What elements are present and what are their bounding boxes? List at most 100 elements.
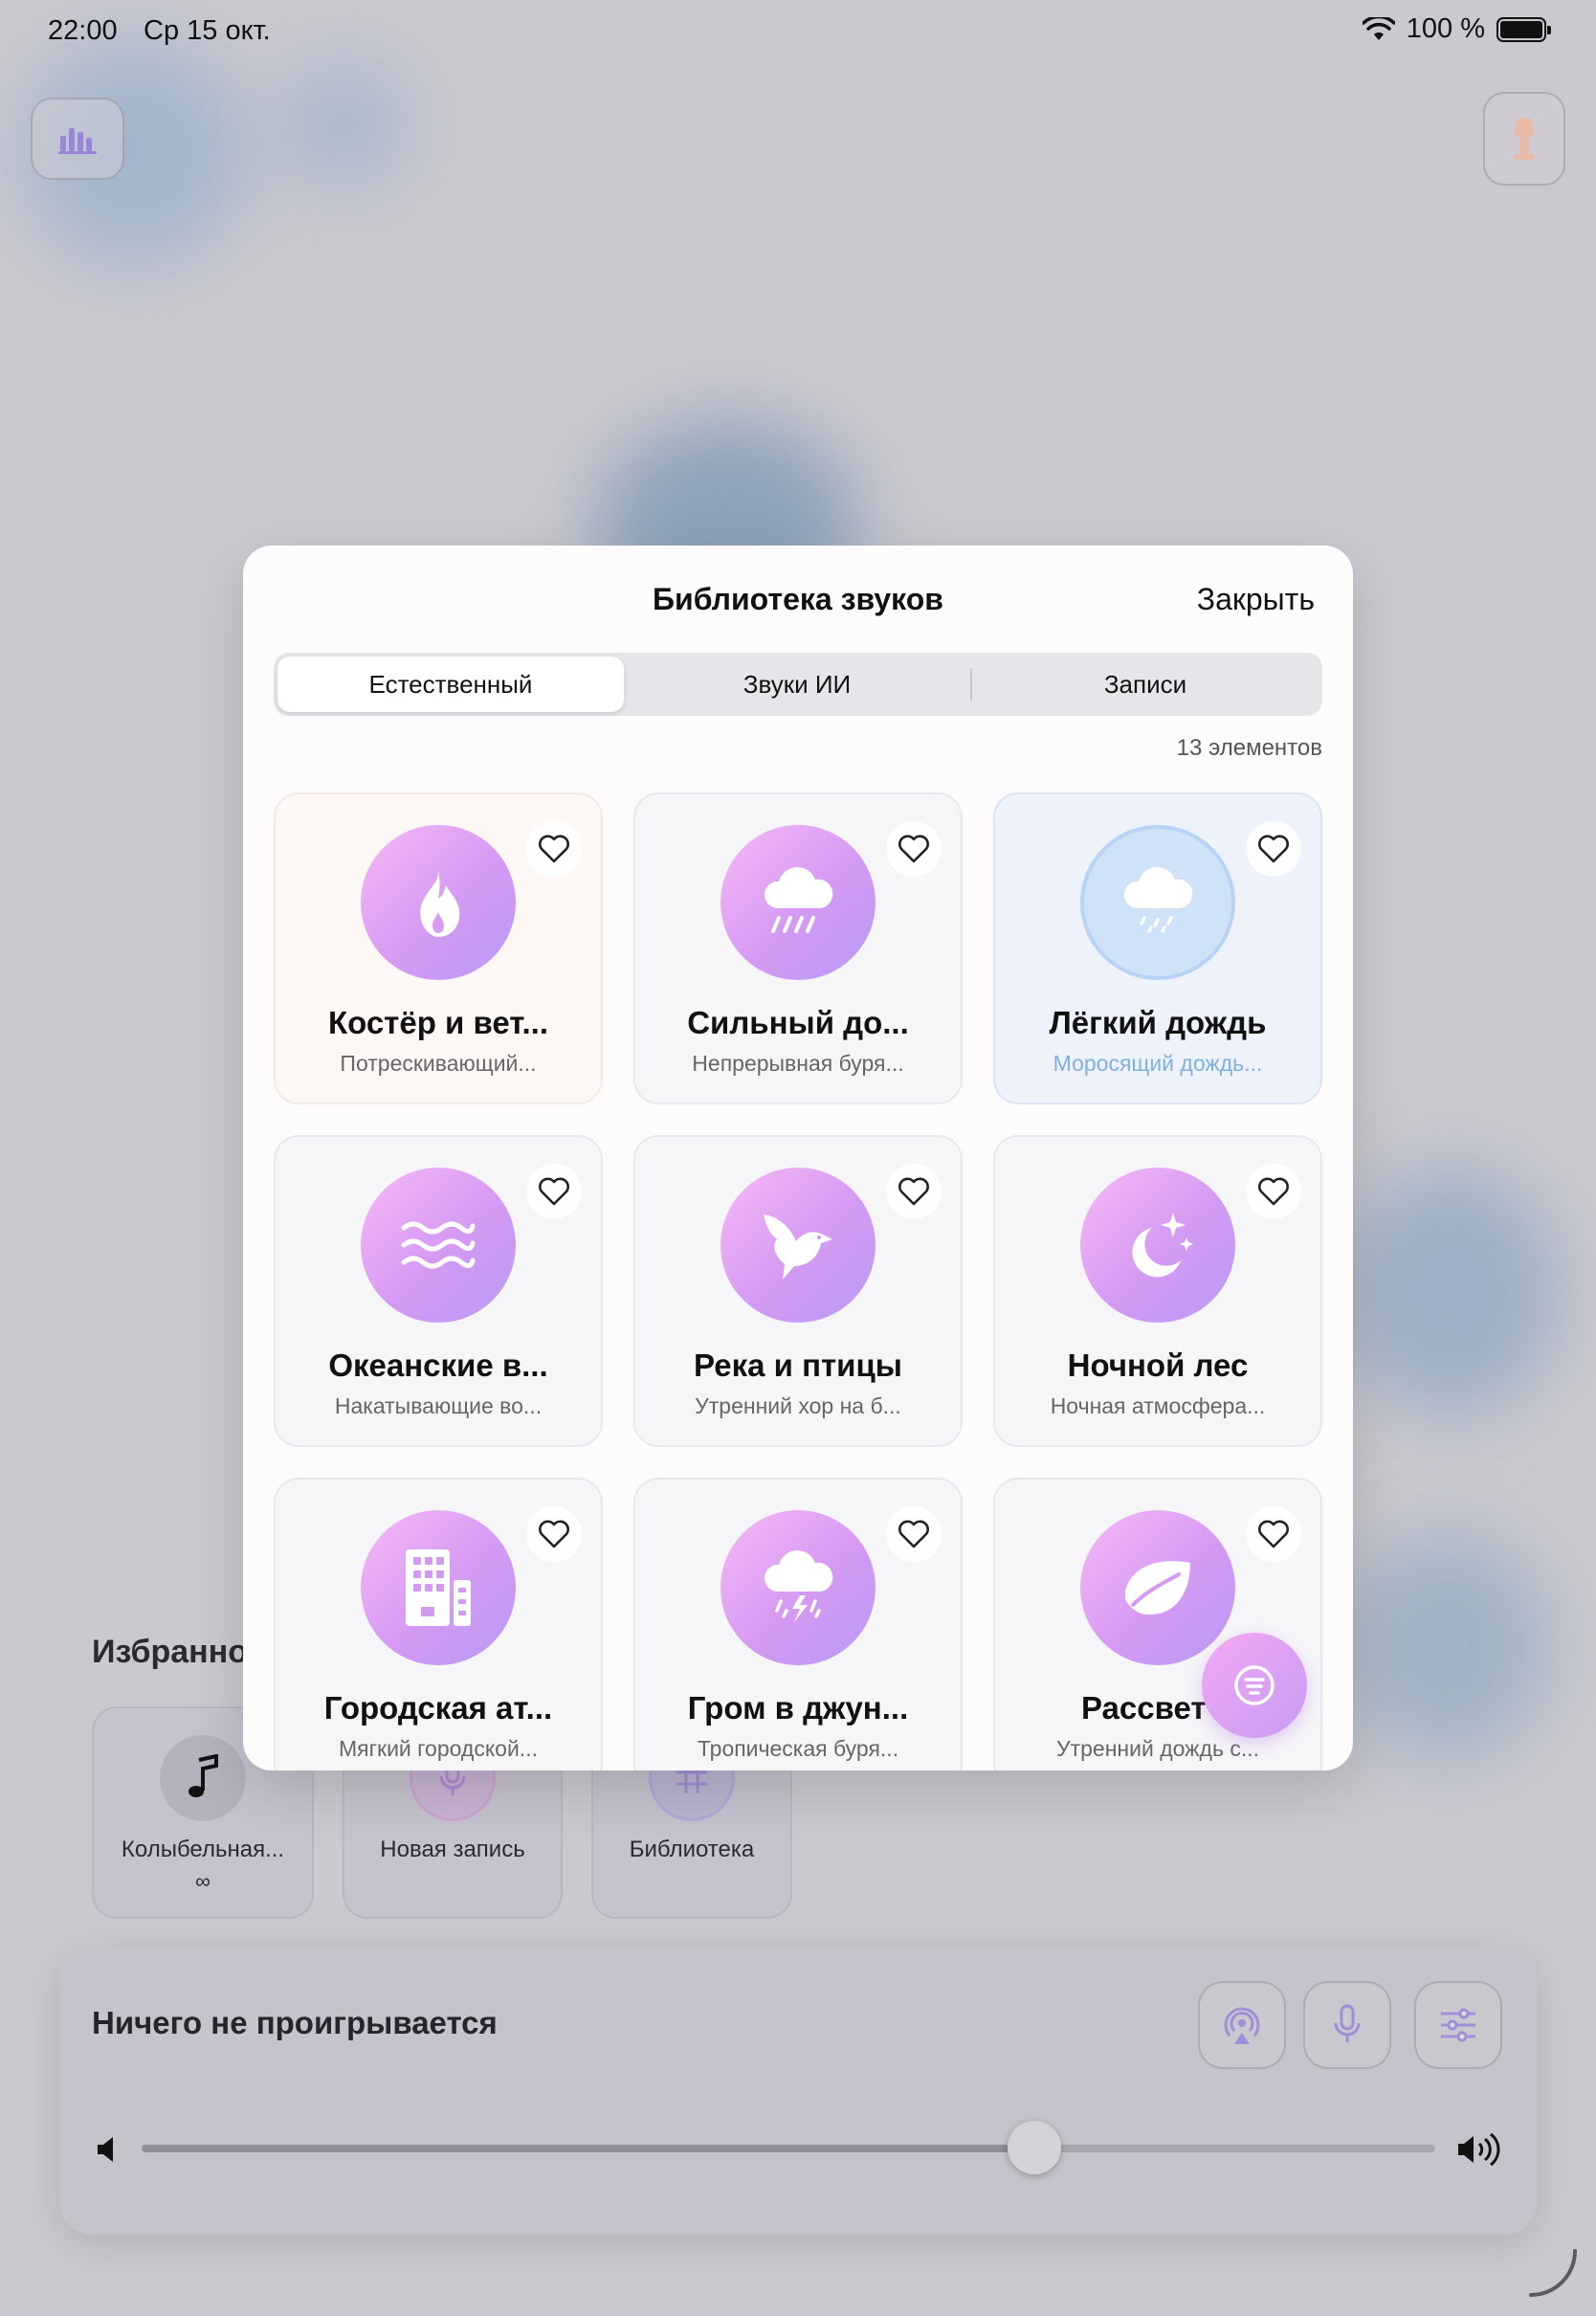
resize-corner-icon xyxy=(1529,2249,1577,2297)
sound-description: Утренний хор на б... xyxy=(695,1393,901,1418)
sound-card[interactable]: Костёр и вет... Потрескивающий... xyxy=(274,792,603,1104)
favorite-label: Библиотека xyxy=(629,1837,755,1862)
favorite-heart-button[interactable] xyxy=(526,821,582,877)
favorite-heart-button[interactable] xyxy=(886,821,942,877)
status-indicators: 100 % xyxy=(1362,13,1551,45)
music-note-icon xyxy=(188,1754,218,1797)
sound-card[interactable]: Лёгкий дождь Моросящий дождь... xyxy=(993,792,1322,1104)
sound-name: Костёр и вет... xyxy=(327,1005,549,1040)
broadcast-icon xyxy=(1224,2007,1260,2044)
sound-card[interactable]: Городская ат... Мягкий городской... xyxy=(274,1478,603,1770)
favorite-label: Новая запись xyxy=(380,1837,525,1862)
favorite-heart-button[interactable] xyxy=(1246,821,1301,877)
thunderstorm-icon xyxy=(764,1550,833,1622)
sound-name: Река и птицы xyxy=(694,1347,902,1383)
sound-name: Сильный до... xyxy=(687,1005,909,1040)
stats-button[interactable] xyxy=(31,98,124,180)
heavy-rain-icon xyxy=(764,867,833,933)
sound-card[interactable]: Океанские в... Накатывающие во... xyxy=(274,1135,603,1447)
sound-name: Океанские в... xyxy=(328,1347,548,1383)
sound-library-modal: Библиотека звуков Закрыть Естественный З… xyxy=(243,546,1353,1770)
modal-title: Библиотека звуков xyxy=(653,582,943,616)
sound-grid: Костёр и вет... Потрескивающий... Сильны… xyxy=(274,792,1322,1770)
sound-icon-circle xyxy=(1080,1510,1235,1665)
record-button[interactable] xyxy=(1303,1981,1391,2069)
favorite-icon-circle xyxy=(160,1735,246,1821)
tab-ai-sounds[interactable]: Звуки ИИ xyxy=(624,657,970,712)
volume-high-icon xyxy=(1458,2133,1500,2166)
favorite-sub: ∞ xyxy=(195,1869,211,1893)
background-blob xyxy=(277,57,411,191)
lamp-button[interactable] xyxy=(1483,92,1565,186)
mixer-button[interactable] xyxy=(1414,1981,1502,2069)
favorites-title: Избранное xyxy=(92,1634,266,1670)
leaf-icon xyxy=(1125,1561,1190,1615)
status-date: Ср 15 окт. xyxy=(144,15,271,46)
lamp-icon xyxy=(1514,118,1535,160)
sound-description: Утренний дождь с... xyxy=(1055,1736,1260,1761)
close-button[interactable]: Закрыть xyxy=(1197,582,1315,617)
sound-icon-circle xyxy=(720,1168,876,1323)
category-segmented-control: Естественный Звуки ИИ Записи xyxy=(274,653,1322,716)
sound-card[interactable]: Река и птицы Утренний хор на б... xyxy=(633,1135,963,1447)
favorite-heart-button[interactable] xyxy=(886,1506,942,1562)
heart-icon xyxy=(1258,1177,1289,1206)
player-panel: Ничего не проигрывается xyxy=(59,1948,1537,2235)
heart-icon xyxy=(539,835,569,863)
heart-icon xyxy=(539,1520,569,1548)
volume-slider[interactable] xyxy=(142,2121,1435,2174)
background-blob xyxy=(1340,1531,1550,1761)
sound-icon-circle xyxy=(1080,825,1235,980)
favorite-heart-button[interactable] xyxy=(886,1164,942,1219)
heart-icon xyxy=(898,1177,929,1206)
tab-recordings[interactable]: Записи xyxy=(972,657,1319,712)
favorite-heart-button[interactable] xyxy=(526,1164,582,1219)
background-blob xyxy=(1340,1168,1560,1416)
sound-name: Городская ат... xyxy=(323,1690,553,1726)
sound-card[interactable]: Сильный до... Непрерывная буря... xyxy=(633,792,963,1104)
microphone-icon xyxy=(1334,2004,1361,2042)
favorite-label: Колыбельная... xyxy=(121,1837,285,1862)
airplay-button[interactable] xyxy=(1198,1981,1286,2069)
queue-fab-button[interactable] xyxy=(1202,1633,1307,1738)
status-time: 22:00 xyxy=(48,15,118,46)
heart-icon xyxy=(539,1177,569,1206)
volume-fill xyxy=(142,2145,1034,2152)
favorite-heart-button[interactable] xyxy=(1246,1506,1301,1562)
wifi-icon xyxy=(1362,16,1395,40)
heart-icon xyxy=(1258,835,1289,863)
item-count: 13 элементов xyxy=(1176,735,1322,761)
tab-natural[interactable]: Естественный xyxy=(277,657,624,712)
sound-description: Накатывающие во... xyxy=(334,1393,543,1418)
favorite-heart-button[interactable] xyxy=(1246,1164,1301,1219)
status-bar: 22:00 Ср 15 окт. 100 % xyxy=(0,0,1596,61)
building-icon xyxy=(406,1549,471,1626)
sound-name: Ночной лес xyxy=(1067,1347,1249,1383)
volume-knob[interactable] xyxy=(1007,2121,1061,2174)
sound-description: Моросящий дождь... xyxy=(1053,1051,1263,1076)
sound-icon-circle xyxy=(361,825,516,980)
heart-icon xyxy=(1258,1520,1289,1548)
sound-icon-circle xyxy=(1080,1168,1235,1323)
battery-icon xyxy=(1496,16,1551,42)
waves-icon xyxy=(401,1221,476,1269)
sound-icon-circle xyxy=(720,1510,876,1665)
sound-card[interactable]: Гром в джун... Тропическая буря... xyxy=(633,1478,963,1770)
bird-icon xyxy=(764,1214,832,1280)
sound-description: Непрерывная буря... xyxy=(692,1051,904,1076)
favorite-heart-button[interactable] xyxy=(526,1506,582,1562)
sound-description: Ночная атмосфера... xyxy=(1050,1393,1266,1418)
sound-card[interactable]: Ночной лес Ночная атмосфера... xyxy=(993,1135,1322,1447)
sound-name: Гром в джун... xyxy=(687,1690,909,1726)
sound-icon-circle xyxy=(361,1510,516,1665)
fire-icon xyxy=(420,870,460,937)
sound-description: Мягкий городской... xyxy=(339,1736,538,1761)
now-playing-title: Ничего не проигрывается xyxy=(92,2005,498,2040)
sound-description: Тропическая буря... xyxy=(697,1736,899,1761)
light-rain-icon xyxy=(1123,867,1193,933)
sliders-icon xyxy=(1441,2008,1475,2042)
sound-description: Потрескивающий... xyxy=(340,1051,537,1076)
bar-chart-icon xyxy=(58,128,97,154)
heart-icon xyxy=(898,1520,929,1548)
sound-icon-circle xyxy=(720,825,876,980)
